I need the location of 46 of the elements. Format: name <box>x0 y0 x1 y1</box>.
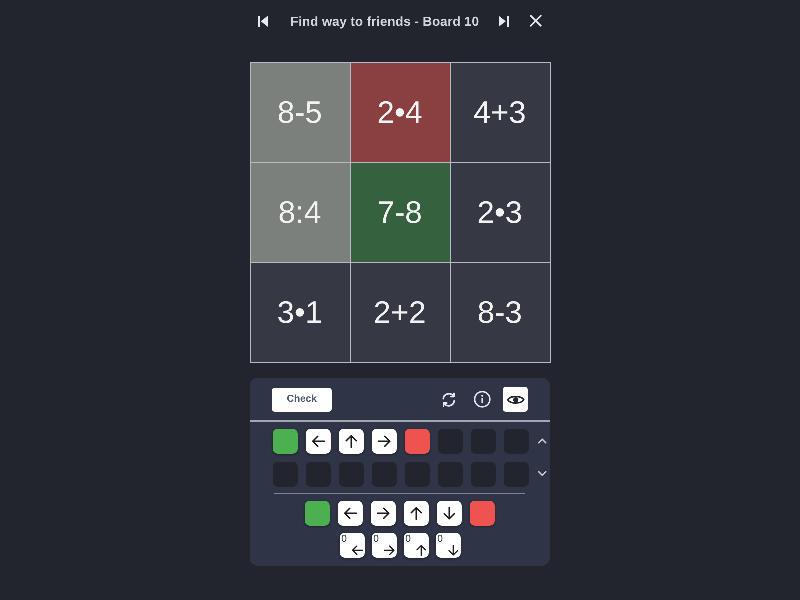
counted-move-block[interactable]: 0 <box>404 533 428 558</box>
board-title: Find way to friends - Board 10 <box>290 14 480 28</box>
move-block[interactable] <box>437 501 462 526</box>
board-cell[interactable]: 3•1 <box>250 263 350 362</box>
close-icon[interactable] <box>530 15 542 27</box>
start-block[interactable] <box>273 429 298 454</box>
board-cell[interactable]: 2•3 <box>450 163 550 262</box>
left-arrow-icon <box>312 435 325 448</box>
board-cell[interactable]: 2•4 <box>350 63 450 162</box>
move-block[interactable] <box>339 429 364 454</box>
chevron-up-icon[interactable] <box>538 438 547 444</box>
start-block[interactable] <box>305 501 330 526</box>
counted-move-block[interactable]: 0 <box>340 533 364 558</box>
chevron-down-icon[interactable] <box>538 471 547 477</box>
up-arrow-icon <box>410 507 423 520</box>
board-cell[interactable]: 8-5 <box>250 63 350 162</box>
left-arrow-icon <box>352 545 362 556</box>
end-block[interactable] <box>405 429 430 454</box>
counted-move-block[interactable]: 0 <box>436 533 460 558</box>
board-cell[interactable]: 4+3 <box>450 63 550 162</box>
skip-previous-icon[interactable] <box>258 16 268 26</box>
move-block[interactable] <box>372 429 397 454</box>
eye-icon <box>506 394 524 406</box>
board-cell[interactable]: 8:4 <box>250 163 350 262</box>
up-arrow-icon <box>416 545 426 556</box>
move-block[interactable] <box>371 501 396 526</box>
down-arrow-icon <box>443 507 456 520</box>
board-cell[interactable]: 8-3 <box>450 263 550 362</box>
move-block[interactable] <box>404 501 429 526</box>
board-cell[interactable]: 7-8 <box>350 163 450 262</box>
right-arrow-icon <box>377 507 390 520</box>
skip-next-icon[interactable] <box>499 16 510 26</box>
refresh-icon[interactable] <box>441 392 457 408</box>
move-block[interactable] <box>338 501 363 526</box>
right-arrow-icon <box>378 435 391 448</box>
end-block[interactable] <box>470 501 495 526</box>
counted-move-block[interactable]: 0 <box>372 533 396 558</box>
check-button[interactable]: Check <box>272 388 332 412</box>
right-arrow-icon <box>384 545 394 556</box>
up-arrow-icon <box>345 435 358 448</box>
down-arrow-icon <box>448 545 458 556</box>
info-icon[interactable] <box>474 391 491 408</box>
move-block[interactable] <box>306 429 331 454</box>
board-cell[interactable]: 2+2 <box>350 263 450 362</box>
eye-toggle-button[interactable] <box>503 387 528 412</box>
left-arrow-icon <box>344 507 357 520</box>
